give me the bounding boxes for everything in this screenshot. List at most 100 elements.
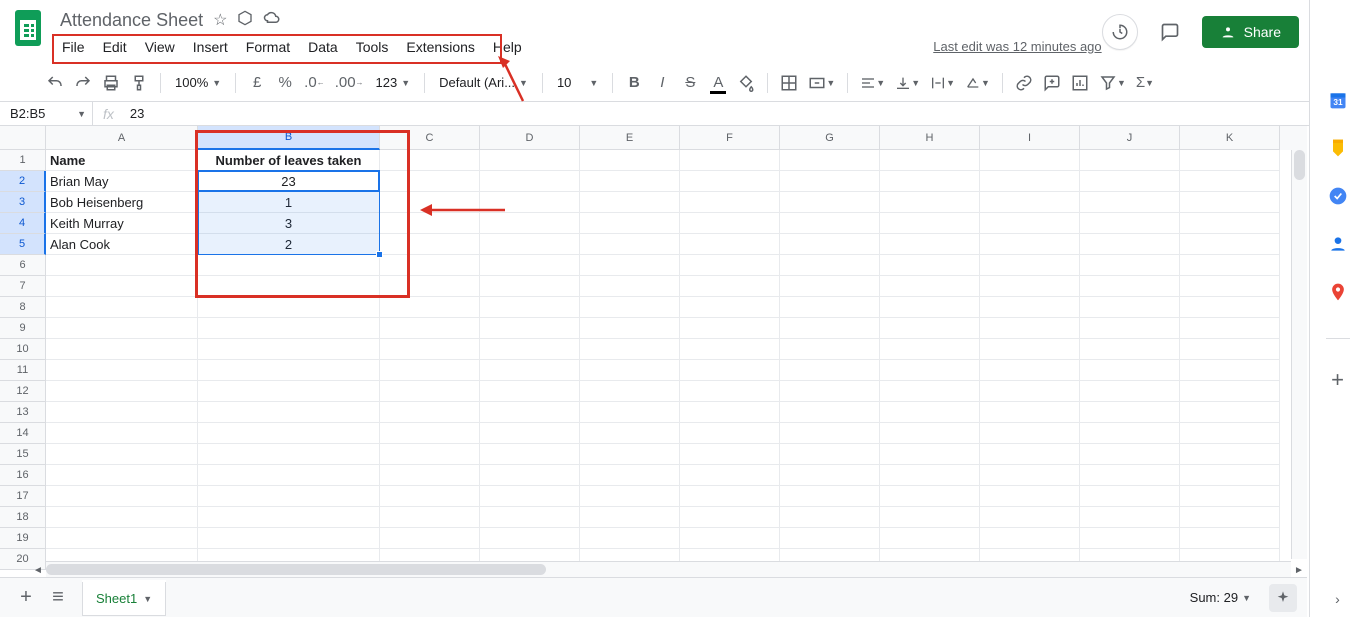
- cell-G15[interactable]: [780, 444, 880, 465]
- cell-K14[interactable]: [1180, 423, 1280, 444]
- cell-I13[interactable]: [980, 402, 1080, 423]
- cell-K8[interactable]: [1180, 297, 1280, 318]
- row-header-8[interactable]: 8: [0, 297, 46, 318]
- insert-chart-button[interactable]: [1067, 70, 1093, 96]
- menu-extensions[interactable]: Extensions: [398, 34, 482, 60]
- cell-A5[interactable]: Alan Cook: [46, 234, 198, 255]
- cell-K16[interactable]: [1180, 465, 1280, 486]
- row-header-1[interactable]: 1: [0, 150, 46, 171]
- cell-F19[interactable]: [680, 528, 780, 549]
- cell-D15[interactable]: [480, 444, 580, 465]
- last-edit-link[interactable]: Last edit was 12 minutes ago: [933, 19, 1101, 54]
- cell-J18[interactable]: [1080, 507, 1180, 528]
- menu-tools[interactable]: Tools: [348, 34, 397, 60]
- cell-J6[interactable]: [1080, 255, 1180, 276]
- cell-C5[interactable]: [380, 234, 480, 255]
- row-header-10[interactable]: 10: [0, 339, 46, 360]
- vertical-scrollbar[interactable]: [1291, 150, 1307, 559]
- all-sheets-button[interactable]: ≡: [42, 582, 74, 614]
- cell-A2[interactable]: Brian May: [46, 171, 198, 192]
- cell-K17[interactable]: [1180, 486, 1280, 507]
- cell-A6[interactable]: [46, 255, 198, 276]
- cell-E8[interactable]: [580, 297, 680, 318]
- name-box[interactable]: B2:B5▼: [0, 102, 93, 125]
- cell-B3[interactable]: 1: [198, 192, 380, 213]
- cell-G6[interactable]: [780, 255, 880, 276]
- cell-D10[interactable]: [480, 339, 580, 360]
- cell-D14[interactable]: [480, 423, 580, 444]
- cell-H4[interactable]: [880, 213, 980, 234]
- contacts-icon[interactable]: [1328, 234, 1348, 254]
- font-size-dropdown[interactable]: 10▼: [551, 75, 604, 90]
- cell-I9[interactable]: [980, 318, 1080, 339]
- cell-H19[interactable]: [880, 528, 980, 549]
- row-header-2[interactable]: 2: [0, 171, 46, 192]
- cell-G7[interactable]: [780, 276, 880, 297]
- cell-B15[interactable]: [198, 444, 380, 465]
- cell-K2[interactable]: [1180, 171, 1280, 192]
- row-header-9[interactable]: 9: [0, 318, 46, 339]
- cell-B7[interactable]: [198, 276, 380, 297]
- cell-A19[interactable]: [46, 528, 198, 549]
- cell-A3[interactable]: Bob Heisenberg: [46, 192, 198, 213]
- percent-button[interactable]: %: [272, 70, 298, 96]
- cell-E7[interactable]: [580, 276, 680, 297]
- cell-H12[interactable]: [880, 381, 980, 402]
- cell-B6[interactable]: [198, 255, 380, 276]
- cell-G19[interactable]: [780, 528, 880, 549]
- cell-E17[interactable]: [580, 486, 680, 507]
- cell-A14[interactable]: [46, 423, 198, 444]
- cell-E19[interactable]: [580, 528, 680, 549]
- cell-J3[interactable]: [1080, 192, 1180, 213]
- cell-D8[interactable]: [480, 297, 580, 318]
- cell-H6[interactable]: [880, 255, 980, 276]
- cell-D6[interactable]: [480, 255, 580, 276]
- cell-I14[interactable]: [980, 423, 1080, 444]
- cell-K13[interactable]: [1180, 402, 1280, 423]
- decrease-decimal-button[interactable]: .0←: [300, 70, 329, 96]
- cell-F6[interactable]: [680, 255, 780, 276]
- row-header-18[interactable]: 18: [0, 507, 46, 528]
- cell-C7[interactable]: [380, 276, 480, 297]
- italic-button[interactable]: I: [649, 70, 675, 96]
- cell-B11[interactable]: [198, 360, 380, 381]
- row-header-15[interactable]: 15: [0, 444, 46, 465]
- undo-button[interactable]: [42, 70, 68, 96]
- cell-C10[interactable]: [380, 339, 480, 360]
- cell-K1[interactable]: [1180, 150, 1280, 171]
- column-header-C[interactable]: C: [380, 126, 480, 150]
- star-icon[interactable]: ☆: [213, 10, 227, 30]
- row-header-17[interactable]: 17: [0, 486, 46, 507]
- cell-F7[interactable]: [680, 276, 780, 297]
- cell-B2[interactable]: 23: [198, 171, 380, 192]
- paint-format-button[interactable]: [126, 70, 152, 96]
- select-all-corner[interactable]: [0, 126, 46, 150]
- cell-F11[interactable]: [680, 360, 780, 381]
- column-header-H[interactable]: H: [880, 126, 980, 150]
- cell-F17[interactable]: [680, 486, 780, 507]
- formula-input[interactable]: 23: [124, 106, 1365, 121]
- cell-F1[interactable]: [680, 150, 780, 171]
- row-header-12[interactable]: 12: [0, 381, 46, 402]
- cell-K18[interactable]: [1180, 507, 1280, 528]
- cell-E4[interactable]: [580, 213, 680, 234]
- redo-button[interactable]: [70, 70, 96, 96]
- keep-icon[interactable]: [1328, 138, 1348, 158]
- row-header-19[interactable]: 19: [0, 528, 46, 549]
- cell-H3[interactable]: [880, 192, 980, 213]
- cell-F12[interactable]: [680, 381, 780, 402]
- cell-C11[interactable]: [380, 360, 480, 381]
- cell-J10[interactable]: [1080, 339, 1180, 360]
- cell-H13[interactable]: [880, 402, 980, 423]
- cell-F10[interactable]: [680, 339, 780, 360]
- cell-I2[interactable]: [980, 171, 1080, 192]
- cell-A4[interactable]: Keith Murray: [46, 213, 198, 234]
- sheet-tab-sheet1[interactable]: Sheet1▼: [82, 580, 166, 616]
- cell-A17[interactable]: [46, 486, 198, 507]
- cell-E10[interactable]: [580, 339, 680, 360]
- cell-I10[interactable]: [980, 339, 1080, 360]
- cell-E11[interactable]: [580, 360, 680, 381]
- cell-A13[interactable]: [46, 402, 198, 423]
- more-formats-dropdown[interactable]: 123▼: [370, 75, 417, 90]
- cell-I3[interactable]: [980, 192, 1080, 213]
